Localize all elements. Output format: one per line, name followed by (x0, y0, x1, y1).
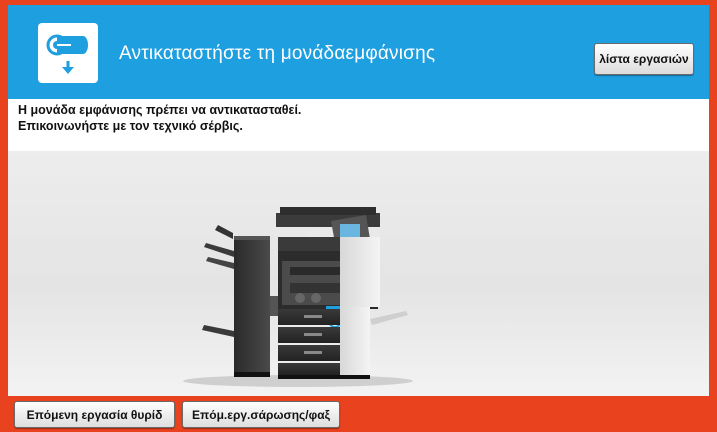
job-list-button[interactable]: λίστα εργασιών (594, 43, 694, 75)
footer-bar: Επόμενη εργασία θυρίδ Επόμ.εργ.σάρωσης/φ… (0, 396, 717, 432)
next-scan-fax-job-button[interactable]: Επόμ.εργ.σάρωσης/φαξ (182, 401, 340, 428)
message-area: Η μονάδα εμφάνισης πρέπει να αντικαταστα… (8, 99, 709, 151)
message-line-1: Η μονάδα εμφάνισης πρέπει να αντικαταστα… (18, 103, 302, 117)
header-bar: Αντικαταστήστε τη μονάδαεμφάνισης λίστα … (8, 5, 709, 99)
page-title: Αντικαταστήστε τη μονάδαεμφάνισης (119, 43, 436, 64)
next-job-tray-button[interactable]: Επόμενη εργασία θυρίδ (14, 401, 175, 428)
mfp-machine-illustration (183, 207, 413, 387)
message-line-2: Επικοινωνήστε με τον τεχνικό σέρβις. (18, 119, 243, 133)
drum-unit-replace-icon (38, 23, 98, 83)
machine-illustration-area (8, 151, 709, 396)
